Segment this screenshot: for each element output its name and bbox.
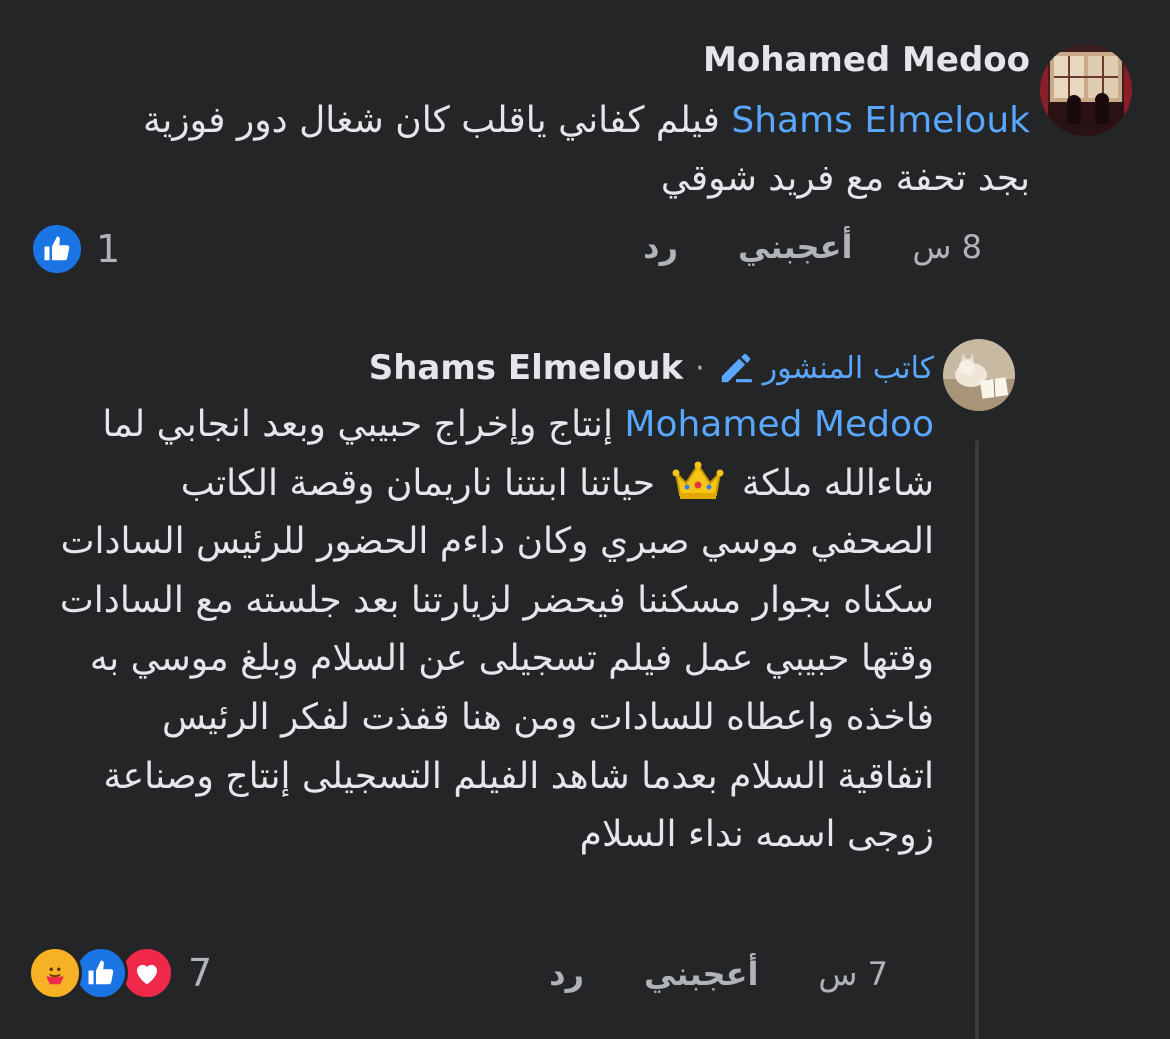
like-icon <box>30 222 84 276</box>
comment-actions: 7 س أعجبني رد <box>549 955 888 993</box>
like-icon <box>74 946 128 1000</box>
like-button[interactable]: أعجبني <box>738 228 852 266</box>
comment-header: كاتب المنشور · Shams Elmelouk <box>369 348 934 388</box>
pencil-icon <box>721 353 752 383</box>
comment-actions: 8 س أعجبني رد <box>643 228 982 266</box>
comment-author-name[interactable]: Shams Elmelouk <box>369 348 683 388</box>
reply-button[interactable]: رد <box>643 228 678 266</box>
comment-timestamp[interactable]: 7 س <box>818 955 888 993</box>
comment-timestamp[interactable]: 8 س <box>912 228 982 266</box>
comment-text: Mohamed Medoo إنتاج وإخراج حبيبي وبعد ان… <box>54 396 934 865</box>
like-button[interactable]: أعجبني <box>644 955 758 993</box>
separator-dot: · <box>695 350 705 386</box>
reaction-count: 1 <box>96 227 121 271</box>
reaction-count: 7 <box>188 951 213 995</box>
avatar-mohamed-medoo[interactable] <box>1040 44 1132 136</box>
reply-thread-line <box>975 440 979 1039</box>
reply-button[interactable]: رد <box>549 955 584 993</box>
comment-text: Shams Elmelouk فيلم كفاني ياقلب كان شغال… <box>110 92 1030 208</box>
reaction-summary[interactable]: 7 <box>28 946 212 1000</box>
crown-icon <box>672 461 724 501</box>
love-icon <box>120 946 174 1000</box>
avatar-shams-elmelouk[interactable] <box>943 339 1015 411</box>
author-badge: كاتب المنشور <box>717 349 934 387</box>
care-icon <box>28 946 82 1000</box>
mention-link[interactable]: Mohamed Medoo <box>624 404 934 445</box>
mention-link[interactable]: Shams Elmelouk <box>731 100 1030 141</box>
comment-body-part2: حياتنا ابنتنا ناريمان وقصة الكاتب الصحفي… <box>59 462 934 856</box>
comment-author-name[interactable]: Mohamed Medoo <box>703 40 1030 80</box>
comments-section: Mohamed Medoo Shams Elmelouk فيلم كفاني … <box>0 0 1170 1039</box>
author-badge-label: كاتب المنشور <box>762 350 934 386</box>
reaction-summary[interactable]: 1 <box>30 222 120 276</box>
